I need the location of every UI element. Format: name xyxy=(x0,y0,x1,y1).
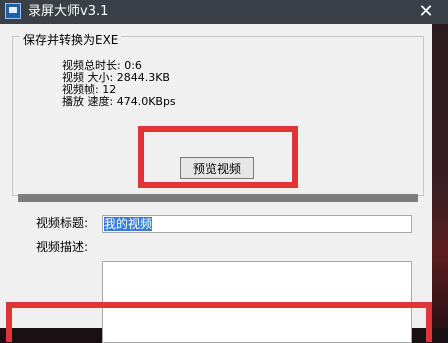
background-strip xyxy=(432,24,448,328)
dialog-body: 保存并转换为EXE 视频总时长: 0:6 视频 大小: 2844.3KB 视频帧… xyxy=(0,24,432,343)
separator-bar xyxy=(18,194,418,202)
highlight-box-bottom xyxy=(6,302,432,342)
video-description-label: 视频描述: xyxy=(36,240,89,254)
video-title-value: 我的视频 xyxy=(104,217,153,231)
info-speed: 播放 速度: 474.0KBps xyxy=(62,95,176,108)
video-title-input[interactable]: 我的视频 xyxy=(102,215,412,233)
app-window: 录屏大师v3.1 ✕ 保存并转换为EXE 视频总时长: 0:6 视频 大小: 2… xyxy=(0,0,448,343)
close-button[interactable]: ✕ xyxy=(404,0,448,24)
group-title: 保存并转换为EXE xyxy=(20,33,122,47)
app-logo-icon xyxy=(5,3,21,19)
window-title: 录屏大师v3.1 xyxy=(28,4,109,19)
title-bar[interactable]: 录屏大师v3.1 ✕ xyxy=(0,0,448,24)
video-title-label: 视频标题: xyxy=(36,216,89,230)
preview-video-button[interactable]: 预览视频 xyxy=(180,157,254,179)
